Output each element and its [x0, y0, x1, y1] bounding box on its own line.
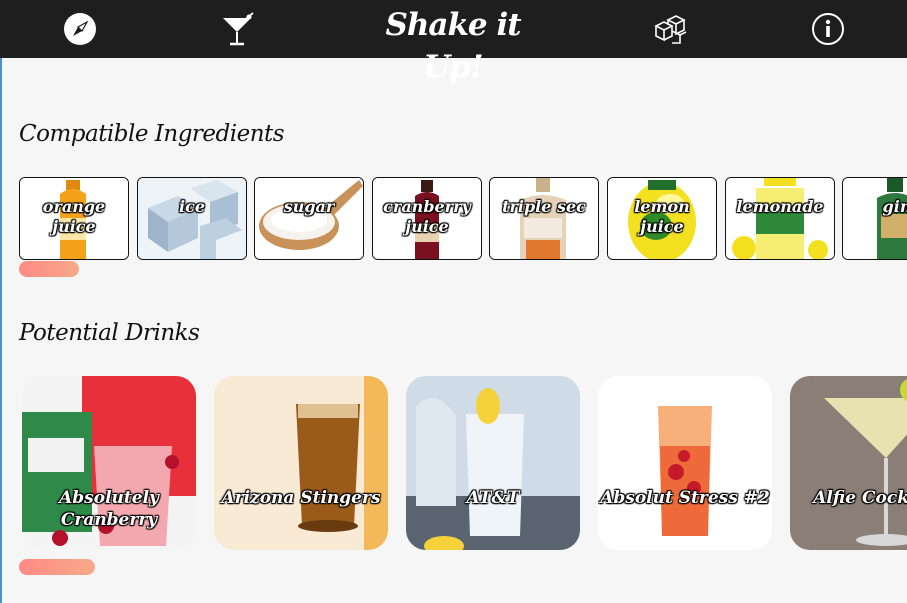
app-title: Shake it Up! — [385, 7, 521, 85]
ingredients-row[interactable]: orange juice ice sugar cranberry juice t… — [0, 177, 907, 260]
ingredient-card-ice[interactable]: ice — [137, 177, 247, 260]
drink-label: Absolut Stress #2 — [600, 488, 770, 508]
cocktail-glass-icon[interactable] — [217, 9, 257, 49]
ice-image — [138, 178, 246, 259]
ingredient-label: lemonade — [736, 197, 824, 216]
drink-card-absolut-stress-2[interactable]: Absolut Stress #2 — [598, 376, 772, 550]
drink-card-att[interactable]: AT&T — [406, 376, 580, 550]
ingredient-label: orange juice — [42, 197, 106, 236]
absolut-stress-2-image — [598, 376, 772, 550]
ingredient-label: cranberry juice — [383, 197, 471, 236]
ingredient-label: sugar — [283, 197, 335, 216]
ingredient-card-cranberry-juice[interactable]: cranberry juice — [372, 177, 482, 260]
info-icon[interactable] — [808, 9, 848, 49]
compatible-ingredients-heading: Compatible Ingredients — [19, 121, 285, 147]
att-image — [406, 376, 580, 550]
drink-label: AT&T — [466, 488, 520, 508]
ingredient-card-lemon-juice[interactable]: lemon juice — [607, 177, 717, 260]
sugar-image — [255, 178, 363, 259]
ingredients-scrollbar[interactable] — [19, 261, 79, 277]
ingredient-label: triple sec — [502, 197, 586, 216]
gin-image — [843, 178, 907, 259]
lemonade-image — [726, 178, 834, 259]
drink-card-alfie-cocktail[interactable]: Alfie Cocktail — [790, 376, 907, 550]
ingredient-label: ice — [179, 197, 205, 216]
drinks-row[interactable]: Absolutely Cranberry Arizona Stingers AT… — [0, 376, 907, 550]
alfie-cocktail-image — [790, 376, 907, 550]
ingredient-label: gin — [882, 197, 907, 216]
drink-label: Arizona Stingers — [221, 488, 381, 508]
ice-cubes-icon[interactable] — [650, 9, 690, 49]
drink-label: Absolutely Cranberry — [59, 488, 159, 530]
potential-drinks-heading: Potential Drinks — [19, 320, 200, 346]
top-navbar: Shake it Up! — [0, 0, 907, 85]
ingredient-card-gin[interactable]: gin — [842, 177, 907, 260]
drinks-scrollbar[interactable] — [19, 559, 95, 575]
compass-icon[interactable] — [60, 9, 100, 49]
ingredient-card-sugar[interactable]: sugar — [254, 177, 364, 260]
arizona-stingers-image — [214, 376, 388, 550]
triple-sec-image — [490, 178, 598, 259]
drink-card-absolutely-cranberry[interactable]: Absolutely Cranberry — [22, 376, 196, 550]
ingredient-card-triple-sec[interactable]: triple sec — [489, 177, 599, 260]
drink-label: Alfie Cocktail — [813, 488, 907, 508]
ingredient-label: lemon juice — [634, 197, 690, 236]
drink-card-arizona-stingers[interactable]: Arizona Stingers — [214, 376, 388, 550]
ingredient-card-lemonade[interactable]: lemonade — [725, 177, 835, 260]
ingredient-card-orange-juice[interactable]: orange juice — [19, 177, 129, 260]
